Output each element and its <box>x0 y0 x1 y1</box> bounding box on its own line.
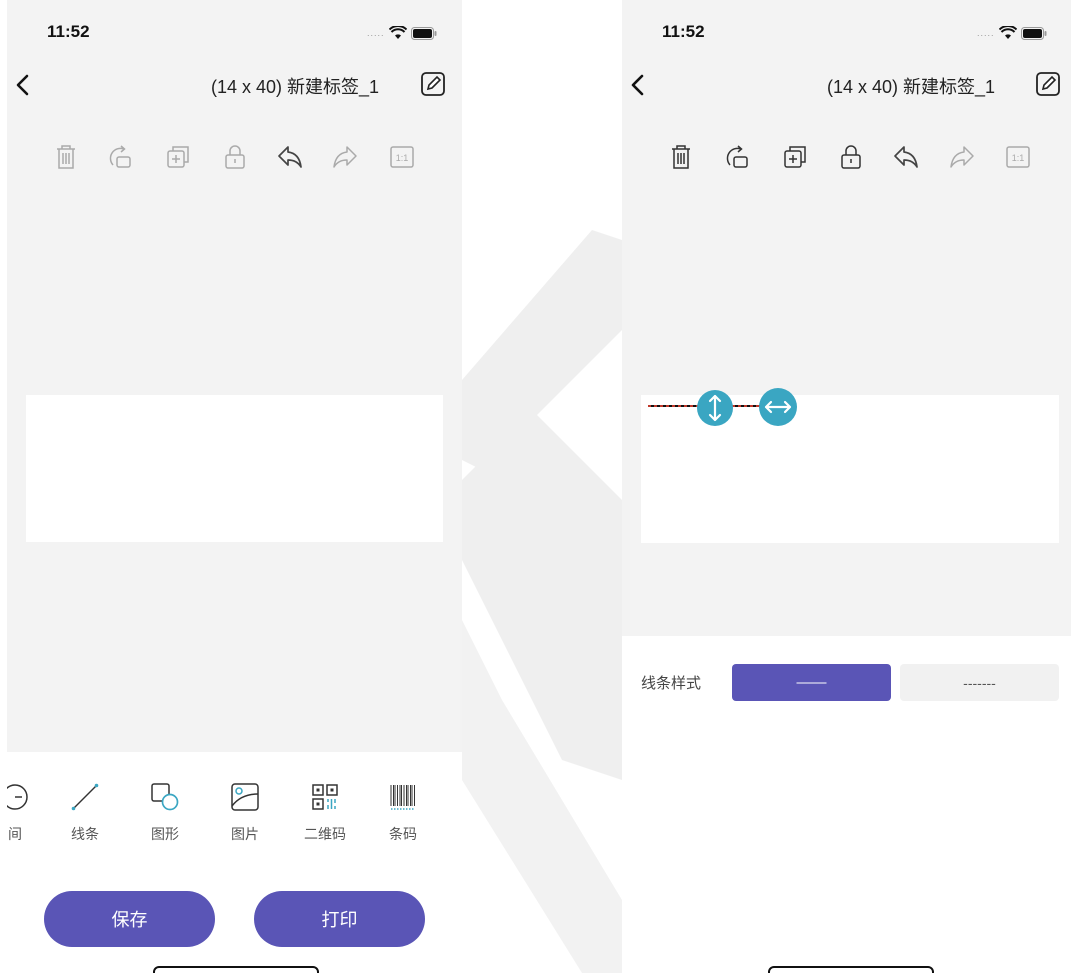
tool-label: 线条 <box>71 826 99 842</box>
home-indicator <box>768 966 934 973</box>
status-time: 11:52 <box>47 22 90 41</box>
signal-icon: ..... <box>977 28 995 38</box>
image-icon <box>231 783 259 811</box>
status-time: 11:52 <box>662 22 705 41</box>
redo-icon[interactable] <box>332 143 358 171</box>
rotate-icon[interactable] <box>725 143 751 171</box>
vertical-resize-handle-icon[interactable] <box>696 388 734 428</box>
right-screen: 11:52 ..... (14 x 40) 新建标签_1 1:1 线条样式 ——… <box>622 0 1071 973</box>
trash-icon[interactable] <box>668 143 694 171</box>
page-title: (14 x 40) 新建标签_1 <box>211 77 380 97</box>
background-decoration <box>462 230 622 973</box>
label-canvas[interactable] <box>26 395 443 542</box>
tool-label: 条码 <box>389 826 417 842</box>
line-style-dashed-text: ------- <box>963 674 996 691</box>
one-to-one-icon[interactable]: 1:1 <box>1005 143 1031 171</box>
tool-image[interactable]: 图片 <box>215 782 275 844</box>
line-style-solid-button[interactable]: —— <box>732 664 891 701</box>
line-icon <box>71 783 99 811</box>
back-icon[interactable] <box>11 70 35 100</box>
tool-label: 图片 <box>231 826 259 842</box>
tool-barcode[interactable]: 条码 <box>373 782 433 844</box>
undo-icon[interactable] <box>277 143 303 171</box>
back-icon[interactable] <box>626 70 650 100</box>
trash-icon[interactable] <box>53 143 79 171</box>
save-button[interactable]: 保存 <box>44 891 215 947</box>
left-screen: 11:52 ..... (14 x 40) 新建标签_1 1:1 间 线条 图形… <box>7 0 462 973</box>
edit-title-icon[interactable] <box>1035 71 1061 97</box>
wifi-icon <box>998 26 1017 39</box>
tool-line[interactable]: 线条 <box>55 782 115 844</box>
tool-label: 间 <box>8 826 22 842</box>
edit-title-icon[interactable] <box>420 71 446 97</box>
one-to-one-icon[interactable]: 1:1 <box>389 143 415 171</box>
redo-icon[interactable] <box>949 143 975 171</box>
print-button[interactable]: 打印 <box>254 891 425 947</box>
lock-icon[interactable] <box>838 143 864 171</box>
undo-icon[interactable] <box>893 143 919 171</box>
time-icon <box>7 784 28 810</box>
wifi-icon <box>388 26 407 39</box>
lock-icon[interactable] <box>222 143 248 171</box>
duplicate-icon[interactable] <box>165 143 191 171</box>
line-style-solid-text: —— <box>796 674 827 691</box>
battery-icon <box>1020 26 1047 40</box>
home-indicator <box>153 966 319 973</box>
duplicate-icon[interactable] <box>782 143 808 171</box>
svg-text:1:1: 1:1 <box>1012 153 1025 163</box>
tool-time[interactable]: 间 <box>7 782 45 844</box>
status-icons: ..... <box>977 26 1047 40</box>
shape-icon <box>151 783 179 811</box>
barcode-icon <box>390 785 415 810</box>
signal-icon: ..... <box>367 28 385 38</box>
tool-label: 二维码 <box>304 826 346 842</box>
line-style-label: 线条样式 <box>641 675 702 692</box>
line-style-dashed-button[interactable]: ------- <box>900 664 1059 701</box>
qrcode-icon <box>312 784 338 810</box>
page-title: (14 x 40) 新建标签_1 <box>827 77 996 97</box>
rotate-icon[interactable] <box>108 143 134 171</box>
tool-label: 图形 <box>151 826 179 842</box>
battery-icon <box>410 26 437 40</box>
tool-shape[interactable]: 图形 <box>135 782 195 844</box>
svg-text:1:1: 1:1 <box>396 153 409 163</box>
editor-background <box>7 0 462 752</box>
status-icons: ..... <box>367 26 437 40</box>
tool-qrcode[interactable]: 二维码 <box>295 782 355 844</box>
horizontal-resize-handle-icon[interactable] <box>758 388 798 426</box>
